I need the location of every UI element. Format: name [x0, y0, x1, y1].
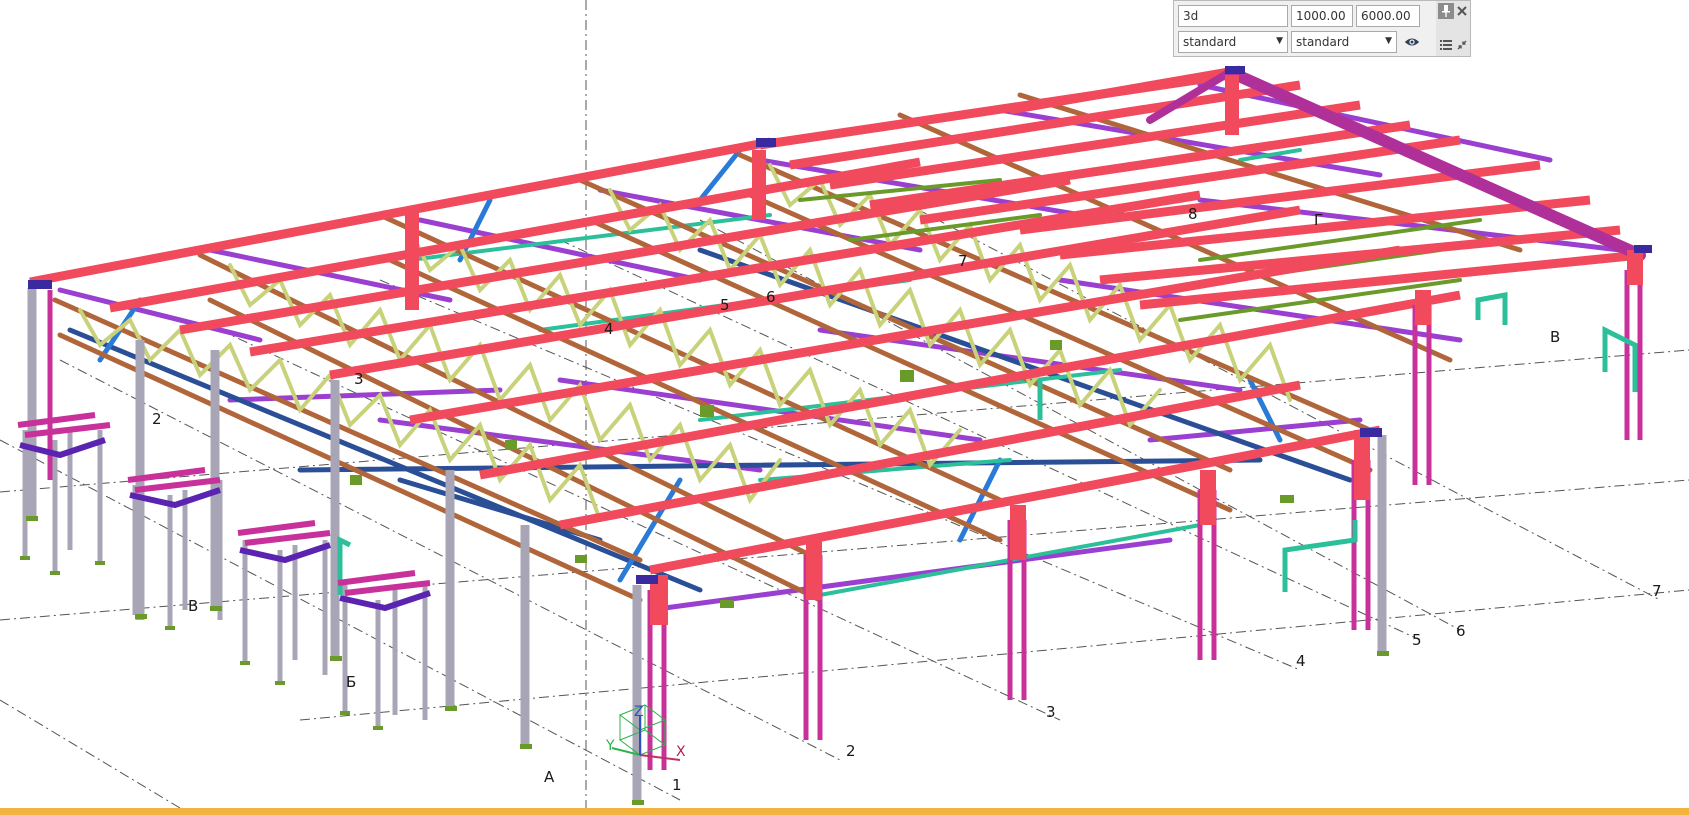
axis-label-z: Z: [634, 704, 644, 720]
grid-label: 3: [354, 370, 364, 388]
view-settings-panel: 3d 1000.00 6000.00 standard ▼ standard ▼: [1173, 0, 1471, 57]
grid-label: 8: [1188, 205, 1198, 223]
grid-label: 6: [766, 288, 776, 306]
view-name-input[interactable]: 3d: [1178, 5, 1288, 27]
list-icon[interactable]: [1438, 37, 1454, 53]
panel-side-toolbar: [1436, 1, 1470, 56]
grid-label: В: [188, 597, 198, 615]
grid-label: 5: [720, 296, 730, 314]
representation-select-value: standard: [1183, 35, 1237, 49]
filter-select[interactable]: standard ▼: [1291, 31, 1397, 53]
grid-label: 5: [1412, 631, 1422, 649]
grid-label: 1: [672, 776, 682, 794]
depth-up-input[interactable]: 1000.00: [1291, 5, 1353, 27]
depth-down-input[interactable]: 6000.00: [1356, 5, 1420, 27]
grid-label: 7: [958, 252, 968, 270]
axis-label-y: Y: [605, 738, 615, 754]
grid-label: В: [1550, 328, 1560, 346]
axes-gizmo: X Y Z: [605, 704, 686, 761]
representation-select[interactable]: standard ▼: [1178, 31, 1288, 53]
grid-label: А: [544, 768, 555, 786]
grid-label: 7: [1652, 582, 1662, 600]
grid-label: Б: [346, 673, 356, 691]
grid-label: 3: [1046, 703, 1056, 721]
grid-label: 4: [604, 320, 614, 338]
filter-select-value: standard: [1296, 35, 1350, 49]
chevron-down-icon: ▼: [1276, 36, 1283, 46]
grid-label: 4: [1296, 652, 1306, 670]
chevron-down-icon: ▼: [1385, 36, 1392, 46]
close-icon[interactable]: [1454, 3, 1470, 19]
model-viewport[interactable]: 1 2 2 3 3 4 4 5 5 6 6 7 7 8 А Б В В Г X …: [0, 0, 1689, 815]
grid-label: 6: [1456, 622, 1466, 640]
eye-icon[interactable]: [1404, 34, 1420, 50]
status-bar: [0, 808, 1689, 815]
pin-icon[interactable]: [1438, 3, 1454, 19]
grid-label: 2: [152, 410, 162, 428]
grid-label: 2: [846, 742, 856, 760]
axis-label-x: X: [676, 744, 686, 760]
shrink-icon[interactable]: [1454, 37, 1470, 53]
grid-label: Г: [1314, 211, 1323, 229]
side-platforms: [17, 412, 431, 730]
